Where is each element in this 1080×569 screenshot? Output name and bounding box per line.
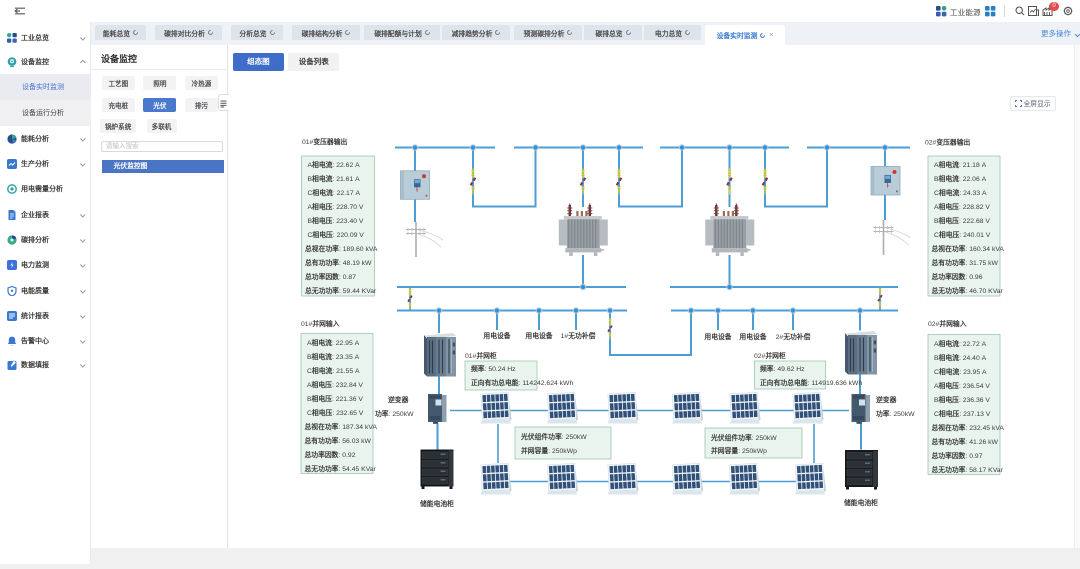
- svg-text:功率: 250kW: 功率: 250kW: [375, 409, 414, 418]
- svg-text:总功率因数: 0.92: 总功率因数: 0.92: [305, 450, 356, 459]
- svg-text:C相电流: 23.95 A: C相电流: 23.95 A: [934, 367, 987, 376]
- svg-text:C相电压: 232.65 V: C相电压: 232.65 V: [307, 408, 364, 417]
- svg-text:01#并网输入: 01#并网输入: [301, 319, 340, 328]
- svg-text:总无功功率: 46.70 KVar: 总无功功率: 46.70 KVar: [932, 286, 1004, 295]
- svg-text:光伏组件功率: 250kW: 光伏组件功率: 250kW: [520, 432, 587, 441]
- svg-text:总视在功率: 189.60 kVA: 总视在功率: 189.60 kVA: [305, 244, 378, 253]
- svg-text:01#并网柜: 01#并网柜: [465, 351, 497, 360]
- svg-text:C相电流: 22.17 A: C相电流: 22.17 A: [308, 188, 361, 197]
- svg-text:逆变器: 逆变器: [876, 395, 897, 404]
- svg-text:总有功功率: 56.03 kW: 总有功功率: 56.03 kW: [305, 436, 372, 445]
- svg-text:储能电池柜: 储能电池柜: [419, 499, 454, 508]
- svg-text:02#变压器输出: 02#变压器输出: [925, 138, 971, 147]
- svg-text:2#无功补偿: 2#无功补偿: [776, 332, 811, 341]
- svg-text:总有功功率: 41.26 kW: 总有功功率: 41.26 kW: [932, 437, 999, 446]
- svg-text:总无功功率: 59.44 KVar: 总无功功率: 59.44 KVar: [305, 286, 377, 295]
- svg-text:A相电流: 22.72 A: A相电流: 22.72 A: [934, 339, 987, 348]
- svg-text:1#无功补偿: 1#无功补偿: [561, 331, 596, 340]
- svg-text:A相电压: 236.54 V: A相电压: 236.54 V: [934, 381, 990, 390]
- svg-text:总视在功率: 232.45 kVA: 总视在功率: 232.45 kVA: [932, 423, 1005, 432]
- svg-text:逆变器: 逆变器: [388, 395, 409, 404]
- svg-text:功率: 250kW: 功率: 250kW: [876, 409, 915, 418]
- svg-text:总功率因数: 0.87: 总功率因数: 0.87: [305, 272, 356, 281]
- svg-text:正向有功总电能: 114919.636 kWh: 正向有功总电能: 114919.636 kWh: [760, 378, 862, 387]
- svg-text:并网容量: 250kWp: 并网容量: 250kWp: [711, 446, 767, 455]
- svg-text:A相电压: 228.70 V: A相电压: 228.70 V: [308, 202, 364, 211]
- svg-text:储能电池柜: 储能电池柜: [843, 498, 878, 507]
- svg-text:02#并网输入: 02#并网输入: [928, 319, 967, 328]
- svg-text:总有功功率: 31.75 kW: 总有功功率: 31.75 kW: [932, 258, 999, 267]
- svg-text:B相电压: 236.36 V: B相电压: 236.36 V: [934, 395, 990, 404]
- svg-text:02#并网柜: 02#并网柜: [754, 351, 786, 360]
- svg-text:A相电流: 22.62 A: A相电流: 22.62 A: [308, 160, 361, 169]
- svg-text:并网容量: 250kWp: 并网容量: 250kWp: [521, 446, 577, 455]
- svg-text:用电设备: 用电设备: [703, 332, 731, 341]
- svg-text:总视在功率: 187.34 kVA: 总视在功率: 187.34 kVA: [305, 422, 378, 431]
- svg-text:B相电流: 21.61 A: B相电流: 21.61 A: [308, 174, 361, 183]
- svg-text:B相电压: 221.36 V: B相电压: 221.36 V: [307, 394, 363, 403]
- svg-text:A相电流: 21.18 A: A相电流: 21.18 A: [934, 160, 987, 169]
- svg-text:B相电流: 22.06 A: B相电流: 22.06 A: [934, 174, 987, 183]
- svg-text:C相电压: 240.01 V: C相电压: 240.01 V: [934, 230, 991, 239]
- svg-text:A相电流: 22.95 A: A相电流: 22.95 A: [307, 338, 360, 347]
- svg-text:用电设备: 用电设备: [524, 331, 552, 340]
- svg-text:C相电压: 220.09 V: C相电压: 220.09 V: [308, 230, 365, 239]
- svg-text:C相电压: 237.13 V: C相电压: 237.13 V: [934, 409, 991, 418]
- svg-text:01#变压器输出: 01#变压器输出: [302, 137, 348, 146]
- svg-text:B相电压: 223.40 V: B相电压: 223.40 V: [308, 216, 364, 225]
- svg-text:A相电压: 228.82 V: A相电压: 228.82 V: [934, 202, 990, 211]
- svg-text:总功率因数: 0.97: 总功率因数: 0.97: [932, 451, 983, 460]
- svg-text:B相电流: 24.40 A: B相电流: 24.40 A: [934, 353, 987, 362]
- svg-text:用电设备: 用电设备: [738, 332, 766, 341]
- svg-text:A相电压: 232.84 V: A相电压: 232.84 V: [307, 380, 363, 389]
- svg-text:总视在功率: 160.34 kVA: 总视在功率: 160.34 kVA: [932, 244, 1005, 253]
- svg-text:B相电流: 23.35 A: B相电流: 23.35 A: [307, 352, 360, 361]
- svg-text:总无功功率: 58.17 KVar: 总无功功率: 58.17 KVar: [932, 465, 1004, 474]
- svg-text:用电设备: 用电设备: [482, 331, 510, 340]
- svg-text:C相电流: 24.33 A: C相电流: 24.33 A: [934, 188, 987, 197]
- svg-text:总功率因数: 0.96: 总功率因数: 0.96: [932, 272, 983, 281]
- svg-text:B相电压: 222.68 V: B相电压: 222.68 V: [934, 216, 990, 225]
- svg-text:频率: 49.62 Hz: 频率: 49.62 Hz: [760, 364, 805, 373]
- svg-text:C相电流: 21.55 A: C相电流: 21.55 A: [307, 366, 360, 375]
- svg-text:总无功功率: 54.45 KVar: 总无功功率: 54.45 KVar: [305, 464, 377, 473]
- svg-text:正向有功总电能: 114242.624 kWh: 正向有功总电能: 114242.624 kWh: [471, 378, 573, 387]
- svg-text:总有功功率: 48.19 kW: 总有功功率: 48.19 kW: [305, 258, 372, 267]
- svg-text:光伏组件功率: 250kW: 光伏组件功率: 250kW: [710, 433, 777, 442]
- svg-text:频率: 50.24 Hz: 频率: 50.24 Hz: [471, 364, 516, 373]
